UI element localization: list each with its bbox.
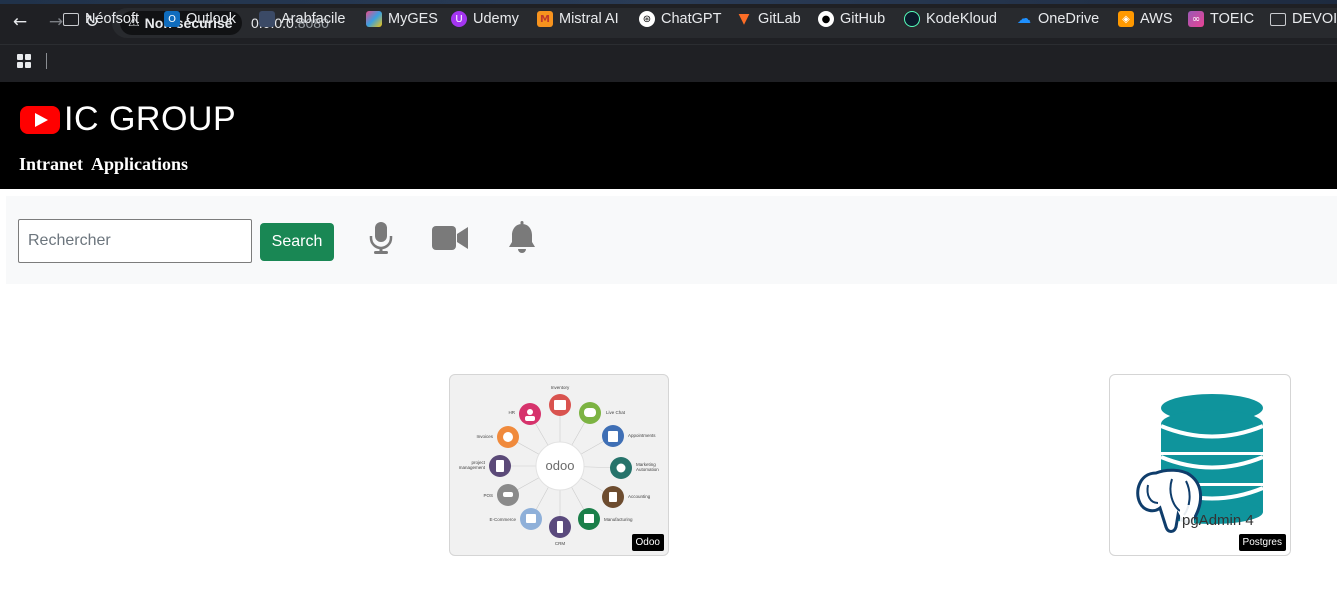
app-card-odoo[interactable]: Inventory Live Chat Appointments Marketi…: [449, 374, 669, 556]
odoo-module-label: CRM: [555, 541, 565, 546]
mistral-icon: M: [537, 11, 553, 27]
odoo-module-label: E-Commerce: [489, 517, 516, 522]
bookmark-label: AWS: [1140, 11, 1173, 27]
bookmark-label: Outlook: [186, 11, 236, 27]
youtube-logo-icon: [20, 106, 60, 134]
udemy-icon: U: [451, 11, 467, 27]
bookmark-toeic[interactable]: ∞ TOEIC: [1188, 9, 1254, 29]
app-tag-postgres: Postgres: [1238, 534, 1286, 551]
window-edge: [0, 0, 1337, 4]
bookmark-label: ChatGPT: [661, 11, 722, 27]
bookmark-chatgpt[interactable]: ⊛ ChatGPT: [639, 9, 721, 29]
bookmark-label: Arabfacile: [281, 11, 346, 27]
odoo-module-label: Invoices: [476, 434, 493, 439]
github-icon: ●: [818, 11, 834, 27]
video-camera-icon[interactable]: [430, 220, 470, 256]
microphone-icon[interactable]: [361, 220, 401, 256]
bookmark-kodekloud[interactable]: KodeKloud: [904, 9, 997, 29]
odoo-module-label: Manufacturing: [604, 517, 633, 522]
page-header: IC GROUP Intranet Applications: [0, 82, 1337, 189]
bookmark-label: GitHub: [840, 11, 886, 27]
odoo-logo-text: odoo: [546, 458, 575, 473]
bookmark-label: TOEIC: [1210, 11, 1255, 27]
outlook-icon: O: [164, 11, 180, 27]
bookmark-devoi[interactable]: DEVOI: [1270, 9, 1337, 29]
odoo-module-label: management: [459, 465, 486, 470]
odoo-module-label: Automation: [636, 467, 659, 472]
odoo-module-label: Appointments: [628, 433, 656, 438]
bookmark-label: DEVOI: [1292, 11, 1337, 27]
bell-icon[interactable]: [502, 220, 542, 256]
bookmark-aws[interactable]: ◈ AWS: [1118, 9, 1173, 29]
bookmark-mistral[interactable]: M Mistral AI: [537, 9, 619, 29]
bookmark-label: OneDrive: [1038, 11, 1100, 27]
bookmarks-separator: [46, 53, 47, 69]
pgadmin-logo-text: pgAdmin 4: [1182, 512, 1254, 529]
search-input[interactable]: [18, 219, 252, 263]
bookmark-neofsoft[interactable]: Néofsoft: [63, 9, 139, 29]
page-subtitle: Intranet Applications: [19, 154, 189, 174]
bookmark-label: Mistral AI: [559, 11, 619, 27]
app-card-pgadmin[interactable]: pgAdmin 4 Postgres: [1109, 374, 1291, 556]
bookmark-label: Udemy: [473, 11, 519, 27]
brand-title: IC GROUP: [64, 100, 237, 138]
onedrive-icon: ☁: [1017, 11, 1031, 27]
bookmark-label: GitLab: [758, 11, 801, 27]
bookmark-onedrive[interactable]: ☁ OneDrive: [1016, 9, 1099, 29]
bookmark-gitlab[interactable]: ▼ GitLab: [736, 9, 801, 29]
bookmark-label: MyGES: [388, 11, 438, 27]
odoo-module-label: Accounting: [628, 494, 651, 499]
myges-icon: [366, 11, 382, 27]
odoo-module-label: POS: [483, 493, 493, 498]
bookmark-myges[interactable]: MyGES: [366, 9, 438, 29]
bookmark-udemy[interactable]: U Udemy: [451, 9, 519, 29]
bookmarks-bar: [0, 44, 1337, 82]
bookmark-outlook[interactable]: O Outlook: [164, 9, 236, 29]
odoo-module-label: Live Chat: [606, 410, 626, 415]
bookmark-github[interactable]: ● GitHub: [818, 9, 885, 29]
bookmark-label: Néofsoft: [85, 11, 139, 27]
odoo-module-label: HR: [509, 410, 516, 415]
aws-icon: ◈: [1118, 11, 1134, 27]
bookmark-arabfacile[interactable]: Arabfacile: [259, 9, 345, 29]
apps-grid-icon[interactable]: [17, 54, 31, 68]
arabfacile-icon: [259, 11, 275, 27]
odoo-module-label: Inventory: [551, 385, 570, 390]
folder-icon: [1270, 12, 1286, 26]
app-tag-odoo: Odoo: [631, 534, 664, 551]
chatgpt-icon: ⊛: [639, 11, 655, 27]
toeic-icon: ∞: [1188, 11, 1204, 27]
kodekloud-icon: [904, 11, 920, 27]
folder-icon: [63, 12, 79, 26]
bookmark-label: KodeKloud: [926, 11, 997, 27]
gitlab-icon: ▼: [738, 11, 750, 27]
search-button[interactable]: Search: [260, 223, 334, 261]
odoo-modules-diagram: Inventory Live Chat Appointments Marketi…: [459, 385, 660, 546]
back-arrow-icon[interactable]: ←: [10, 12, 30, 32]
